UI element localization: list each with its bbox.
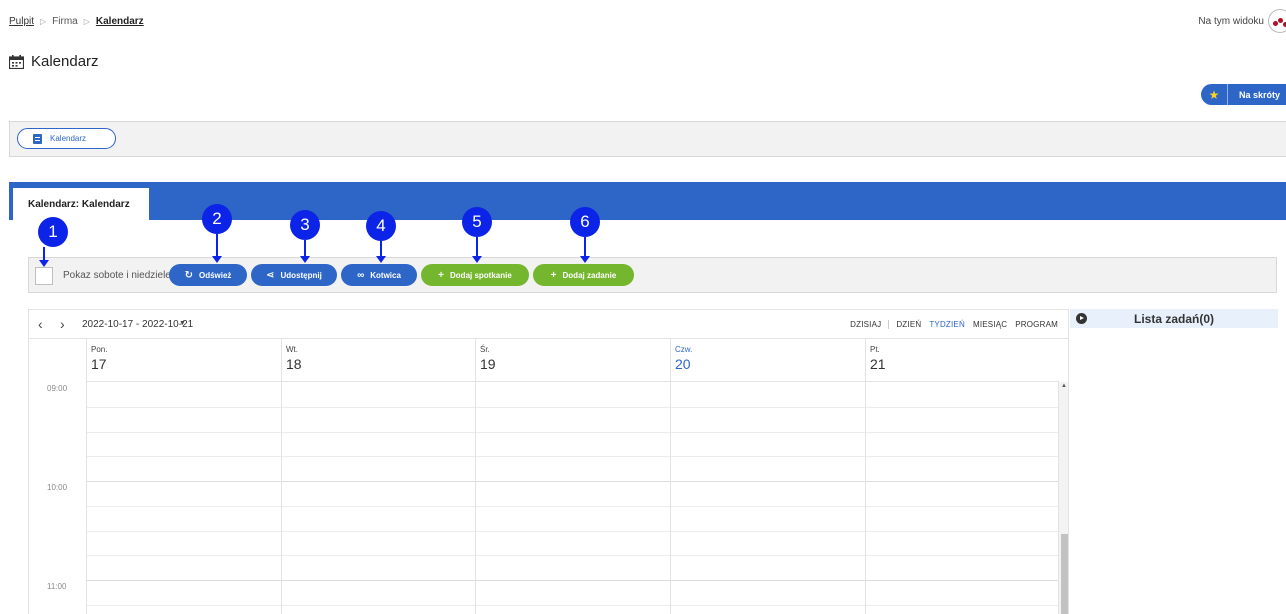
- calendar-icon: [9, 54, 24, 69]
- weekend-checkbox[interactable]: [35, 267, 53, 285]
- day-number: 18: [286, 356, 302, 372]
- view-program[interactable]: PROGRAM: [1011, 320, 1062, 329]
- shortcut-button[interactable]: ★ Na skróty: [1200, 84, 1286, 105]
- breadcrumb-separator-icon: ▷: [40, 17, 47, 26]
- link-icon: ∞: [357, 269, 365, 281]
- add-task-button[interactable]: + Dodaj zadanie: [533, 264, 634, 286]
- arrow-icon: [39, 247, 49, 267]
- refresh-button[interactable]: ↻ Odśwież: [169, 264, 247, 286]
- day-number: 20: [675, 356, 691, 372]
- chevron-left-icon[interactable]: ‹: [38, 316, 43, 332]
- slot-line: [86, 407, 1058, 408]
- module-bar: Kalendarz: [9, 121, 1286, 157]
- calendar-scrollbar[interactable]: ▲: [1058, 382, 1068, 614]
- plus-icon: +: [438, 269, 445, 281]
- refresh-label: Odśwież: [198, 270, 232, 280]
- task-list-title: Lista zadań(0): [1133, 312, 1214, 326]
- view-label: Na tym widoku: [1198, 15, 1264, 27]
- page-title-text: Kalendarz: [31, 53, 99, 70]
- day-number: 19: [480, 356, 496, 372]
- day-header-tue[interactable]: Wt. 18: [281, 339, 475, 382]
- day-header-mon[interactable]: Pon. 17: [86, 339, 281, 382]
- day-header-wed[interactable]: Śr. 19: [475, 339, 670, 382]
- marker-3: 3: [290, 210, 320, 240]
- page-title: Kalendarz: [9, 53, 99, 70]
- marker-2: 2: [202, 204, 232, 234]
- caret-down-icon[interactable]: ▼: [179, 320, 186, 327]
- shortcut-label: Na skróty: [1238, 89, 1280, 100]
- breadcrumb-firma[interactable]: Firma: [52, 16, 78, 27]
- weekend-label: Pokaz sobote i niedziele: [63, 270, 171, 281]
- day-column-line: [281, 382, 282, 614]
- breadcrumb-separator-icon: ▷: [83, 17, 90, 26]
- refresh-icon: ↻: [184, 269, 193, 281]
- marker-6: 6: [570, 207, 600, 237]
- add-task-label: Dodaj zadanie: [562, 270, 617, 280]
- slot-line: [86, 506, 1058, 507]
- share-icon: ⋖: [266, 269, 275, 281]
- arrow-icon: [300, 240, 310, 263]
- add-meeting-button[interactable]: + Dodaj spotkanie: [421, 264, 529, 286]
- module-pill-label: Kalendarz: [50, 134, 87, 143]
- marker-4: 4: [366, 211, 396, 241]
- arrow-icon: [580, 237, 590, 263]
- star-icon: ★: [1201, 84, 1228, 105]
- anchor-button[interactable]: ∞ Kotwica: [341, 264, 417, 286]
- day-column-line: [865, 382, 866, 614]
- scroll-up-icon[interactable]: ▲: [1061, 383, 1067, 389]
- arrow-icon: [472, 237, 482, 263]
- date-range[interactable]: 2022-10-17 - 2022-10-21: [82, 319, 193, 330]
- breadcrumb-pulpit[interactable]: Pulpit: [9, 16, 34, 27]
- tab-bar: [9, 182, 1286, 220]
- document-icon: [33, 133, 42, 144]
- day-name: Pon.: [91, 345, 108, 354]
- view-week[interactable]: TYDZIEŃ: [925, 320, 969, 329]
- tab-kalendarz[interactable]: Kalendarz: Kalendarz: [13, 188, 149, 220]
- day-header-thu[interactable]: Czw. 20: [670, 339, 865, 382]
- marker-5: 5: [462, 207, 492, 237]
- slot-line: [86, 555, 1058, 556]
- day-column-line: [86, 382, 87, 614]
- slot-line: [86, 432, 1058, 433]
- slot-line: [86, 531, 1058, 532]
- view-day[interactable]: DZIEŃ: [892, 320, 925, 329]
- slot-line: [86, 456, 1058, 457]
- time-label: 09:00: [47, 384, 68, 393]
- day-column-line: [670, 382, 671, 614]
- calendar-header: ‹ › 2022-10-17 - 2022-10-21 ▼ DZISIAJ DZ…: [28, 309, 1069, 338]
- chevron-right-icon[interactable]: ›: [60, 316, 65, 332]
- avatar[interactable]: [1268, 9, 1286, 33]
- arrow-icon: [212, 234, 222, 263]
- marker-1: 1: [38, 217, 68, 247]
- breadcrumb-kalendarz[interactable]: Kalendarz: [96, 16, 144, 27]
- day-name: Śr.: [480, 345, 490, 354]
- task-list-header: Lista zadań(0): [1070, 309, 1278, 328]
- anchor-label: Kotwica: [370, 270, 401, 280]
- arrow-icon: [376, 241, 386, 263]
- day-name: Czw.: [675, 345, 693, 354]
- calendar-grid: Pon. 17 Wt. 18 Śr. 19 Czw. 20 Pt. 21 09:…: [28, 338, 1069, 614]
- day-number: 21: [870, 356, 886, 372]
- view-widget[interactable]: Na tym widoku: [1198, 9, 1286, 33]
- view-switcher: DZISIAJ DZIEŃ TYDZIEŃ MIESIĄC PROGRAM: [846, 320, 1062, 329]
- day-column-line: [475, 382, 476, 614]
- share-button[interactable]: ⋖ Udostępnij: [251, 264, 337, 286]
- plus-icon: +: [550, 269, 557, 281]
- add-meeting-label: Dodaj spotkanie: [450, 270, 512, 280]
- scroll-thumb[interactable]: [1061, 534, 1068, 614]
- share-label: Udostępnij: [280, 270, 322, 280]
- slot-line: [86, 605, 1058, 606]
- time-label: 11:00: [47, 582, 67, 591]
- time-label: 10:00: [47, 483, 68, 492]
- breadcrumb: Pulpit ▷ Firma ▷ Kalendarz: [9, 16, 144, 27]
- day-name: Wt.: [286, 345, 298, 354]
- hour-line: [86, 580, 1058, 581]
- view-today[interactable]: DZISIAJ: [846, 320, 890, 329]
- module-kalendarz-button[interactable]: Kalendarz: [17, 128, 116, 149]
- hour-line: [86, 481, 1058, 482]
- view-month[interactable]: MIESIĄC: [969, 320, 1011, 329]
- day-header-fri[interactable]: Pt. 21: [865, 339, 1059, 382]
- day-name: Pt.: [870, 345, 880, 354]
- day-number: 17: [91, 356, 107, 372]
